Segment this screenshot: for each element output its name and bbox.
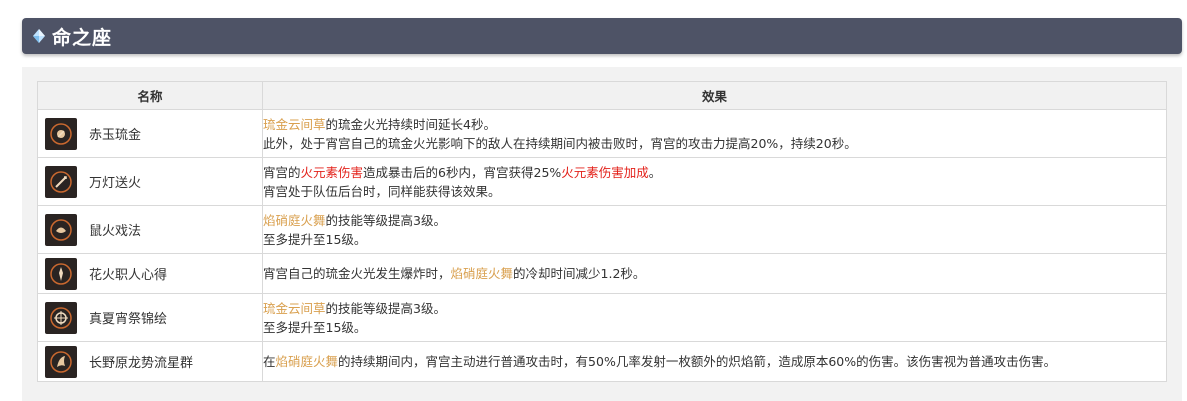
effect-text: 的技能等级提高3级。 xyxy=(325,212,446,228)
effect-text: 此外，处于宵宫自己的琉金火光影响下的敌人在持续期间内被击败时，宵宫的攻击力提高2… xyxy=(263,135,857,151)
constellation-name-cell: 鼠火戏法 xyxy=(37,205,263,254)
section-title: 命之座 xyxy=(52,26,113,49)
talent-link[interactable]: 焰硝庭火舞 xyxy=(263,213,326,228)
effect-text: 宵宫处于队伍后台时，同样能获得该效果。 xyxy=(263,183,501,199)
effect-text: 宵宫自己的琉金火光发生爆炸时， xyxy=(263,266,451,281)
effect-text: 的技能等级提高3级。 xyxy=(325,300,446,316)
diamond-gem-icon xyxy=(33,29,45,43)
table-row: 真夏宵祭锦绘 琉金云间草的技能等级提高3级。 至多提升至15级。 xyxy=(37,293,1167,342)
constellation-name: 花火职人心得 xyxy=(89,268,168,283)
effect-line: 至多提升至15级。 xyxy=(263,230,1166,249)
constellation-name: 鼠火戏法 xyxy=(89,224,142,239)
constellation-effect-cell: 琉金云间草的技能等级提高3级。 至多提升至15级。 xyxy=(262,293,1167,342)
table-row: 万灯送火 宵宫的火元素伤害造成暴击后的6秒内，宵宫获得25%火元素伤害加成。 宵宫处… xyxy=(37,157,1167,206)
effect-text: 在 xyxy=(263,354,276,369)
section-header: 命之座 xyxy=(22,18,1182,54)
element-highlight: 火元素伤害 xyxy=(300,164,364,180)
talent-link[interactable]: 琉金云间草 xyxy=(263,301,326,316)
table-row: 鼠火戏法 焰硝庭火舞的技能等级提高3级。 至多提升至15级。 xyxy=(37,205,1167,254)
effect-text: 至多提升至15级。 xyxy=(263,319,367,335)
constellation-2-icon xyxy=(45,165,77,198)
effect-line: 在焰硝庭火舞的持续期间内，宵宫主动进行普通攻击时，有50%几率发射一枚额外的炽焰… xyxy=(263,352,1166,371)
constellation-name-cell: 花火职人心得 xyxy=(37,253,263,294)
constellation-6-icon xyxy=(45,345,77,378)
effect-text: 的琉金火光持续时间延长4秒。 xyxy=(325,116,496,132)
effect-text: 的冷却时间减少1.2秒。 xyxy=(513,266,646,281)
constellation-effect-cell: 焰硝庭火舞的技能等级提高3级。 至多提升至15级。 xyxy=(262,205,1167,254)
effect-text: 宵宫的 xyxy=(263,164,301,180)
constellation-name-wrap: 赤玉琉金 xyxy=(38,117,262,150)
constellation-1-icon xyxy=(45,117,77,150)
constellation-name-cell: 万灯送火 xyxy=(37,157,263,206)
constellation-effect-cell: 宵宫的火元素伤害造成暴击后的6秒内，宵宫获得25%火元素伤害加成。 宵宫处于队伍后… xyxy=(262,157,1167,206)
constellation-name: 赤玉琉金 xyxy=(89,128,142,143)
constellation-name-wrap: 真夏宵祭锦绘 xyxy=(38,301,262,334)
constellation-4-icon xyxy=(45,257,77,290)
constellation-name: 真夏宵祭锦绘 xyxy=(89,312,168,327)
effect-text: 造成暴击后的6秒内，宵宫获得25% xyxy=(363,164,562,180)
table-row: 赤玉琉金 琉金云间草的琉金火光持续时间延长4秒。 此外，处于宵宫自己的琉金火光影响下… xyxy=(37,109,1167,158)
effect-text: 。 xyxy=(648,164,662,180)
table-row: 长野原龙势流星群 在焰硝庭火舞的持续期间内，宵宫主动进行普通攻击时，有50%几率发… xyxy=(37,341,1167,382)
constellation-name-cell: 长野原龙势流星群 xyxy=(37,341,263,382)
constellation-effect-cell: 宵宫自己的琉金火光发生爆炸时，焰硝庭火舞的冷却时间减少1.2秒。 xyxy=(262,253,1167,294)
constellation-5-icon xyxy=(45,301,77,334)
talent-link[interactable]: 焰硝庭火舞 xyxy=(276,354,339,369)
effect-line: 此外，处于宵宫自己的琉金火光影响下的敌人在持续期间内被击败时，宵宫的攻击力提高2… xyxy=(263,134,1166,153)
effect-text: 的持续期间内，宵宫主动进行普通攻击时，有50%几率发射一枚额外的炽焰箭，造成原本… xyxy=(338,354,1057,369)
effect-text: 至多提升至15级。 xyxy=(263,231,367,247)
constellation-name-wrap: 万灯送火 xyxy=(38,165,262,198)
header-effect: 效果 xyxy=(262,81,1167,110)
constellation-name: 长野原龙势流星群 xyxy=(89,356,194,371)
constellation-name-wrap: 鼠火戏法 xyxy=(38,213,262,246)
table-header-row: 名称 效果 xyxy=(37,81,1167,110)
talent-link[interactable]: 琉金云间草 xyxy=(263,117,326,132)
talent-link[interactable]: 焰硝庭火舞 xyxy=(451,266,514,281)
effect-line: 至多提升至15级。 xyxy=(263,318,1166,337)
effect-line: 宵宫处于队伍后台时，同样能获得该效果。 xyxy=(263,182,1166,201)
element-highlight: 火元素伤害加成 xyxy=(561,164,649,180)
constellation-name-wrap: 长野原龙势流星群 xyxy=(38,345,262,378)
constellation-3-icon xyxy=(45,213,77,246)
header-name: 名称 xyxy=(37,81,263,110)
table-row: 花火职人心得 宵宫自己的琉金火光发生爆炸时，焰硝庭火舞的冷却时间减少1.2秒。 xyxy=(37,253,1167,294)
constellation-name: 万灯送火 xyxy=(89,176,142,191)
effect-line: 宵宫的火元素伤害造成暴击后的6秒内，宵宫获得25%火元素伤害加成。 xyxy=(263,163,1166,182)
effect-line: 焰硝庭火舞的技能等级提高3级。 xyxy=(263,211,1166,230)
constellation-effect-cell: 在焰硝庭火舞的持续期间内，宵宫主动进行普通攻击时，有50%几率发射一枚额外的炽焰… xyxy=(262,341,1167,382)
constellation-name-wrap: 花火职人心得 xyxy=(38,257,262,290)
constellation-name-cell: 真夏宵祭锦绘 xyxy=(37,293,263,342)
constellation-table: 名称 效果 赤玉琉金 琉金云间草的琉金火光持续时间延长4秒。 此外，处于宵宫自己的琉… xyxy=(37,81,1167,382)
effect-line: 琉金云间草的琉金火光持续时间延长4秒。 xyxy=(263,115,1166,134)
constellation-name-cell: 赤玉琉金 xyxy=(37,109,263,158)
effect-line: 宵宫自己的琉金火光发生爆炸时，焰硝庭火舞的冷却时间减少1.2秒。 xyxy=(263,264,1166,283)
effect-line: 琉金云间草的技能等级提高3级。 xyxy=(263,299,1166,318)
constellation-effect-cell: 琉金云间草的琉金火光持续时间延长4秒。 此外，处于宵宫自己的琉金火光影响下的敌人在… xyxy=(262,109,1167,158)
